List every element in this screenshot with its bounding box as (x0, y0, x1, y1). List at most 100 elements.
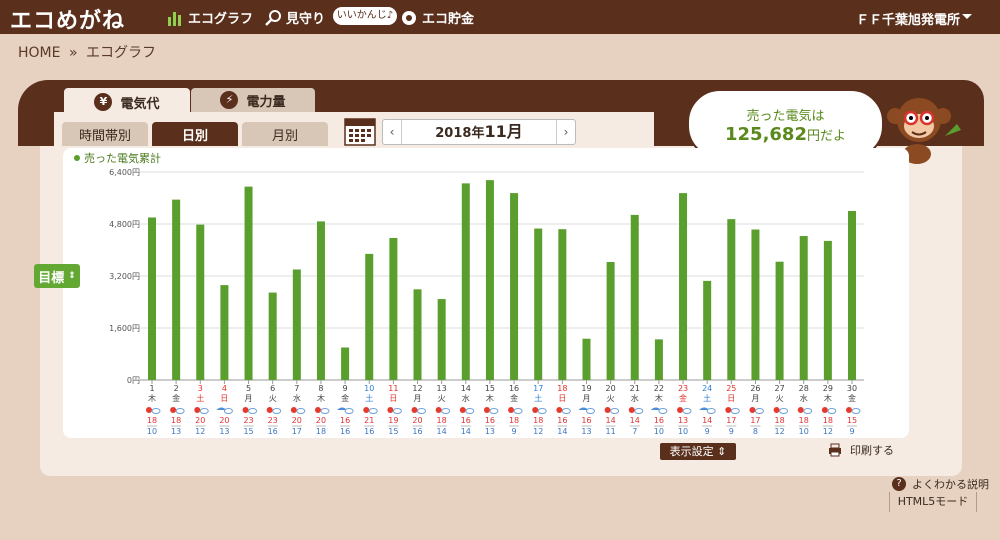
print-label: 印刷する (850, 444, 894, 457)
daily-sales-bar-chart: 売った電気累計 0円1,600円3,200円4,800円6,400円1木1810… (74, 151, 864, 436)
x-weekday-label: 木 (824, 393, 832, 403)
tab-daily[interactable]: 日別 (152, 122, 238, 146)
tab-monthly[interactable]: 月別 (242, 122, 328, 146)
cloud-icon (513, 408, 523, 414)
bar[interactable] (510, 193, 519, 380)
bar[interactable] (365, 253, 374, 380)
bar[interactable] (679, 193, 688, 380)
temp-high-label: 18 (437, 416, 447, 425)
x-day-label: 2 (174, 384, 179, 393)
nav-ecograph[interactable]: エコグラフ (166, 8, 253, 27)
temp-low-label: 12 (774, 427, 784, 436)
goal-toggle-button[interactable]: 目標 ⇕ (34, 264, 80, 288)
bar[interactable] (823, 240, 832, 380)
bar[interactable] (558, 229, 567, 380)
bar[interactable] (172, 199, 181, 380)
tab-power-amount[interactable]: ⚡ 電力量 (191, 88, 315, 112)
temp-high-label: 17 (750, 416, 760, 425)
breadcrumb-separator: » (68, 45, 78, 61)
legend-label: 売った電気累計 (84, 151, 161, 165)
bar[interactable] (341, 347, 350, 381)
cloud-icon (827, 408, 837, 414)
chevron-down-icon[interactable] (962, 14, 972, 19)
question-icon: ? (892, 477, 906, 491)
sun-icon (725, 407, 732, 413)
app-logo[interactable]: エコめがね (10, 3, 125, 35)
bar[interactable] (703, 280, 712, 380)
bar[interactable] (654, 339, 663, 380)
temp-low-label: 13 (485, 427, 495, 436)
bar[interactable] (461, 183, 470, 380)
temp-high-label: 18 (799, 416, 809, 425)
bar[interactable] (534, 228, 543, 380)
temp-low-label: 9 (849, 427, 854, 436)
bar[interactable] (751, 229, 760, 380)
x-day-label: 23 (678, 384, 688, 393)
temp-high-label: 20 (195, 416, 205, 425)
cloud-icon (272, 408, 282, 414)
temp-high-label: 19 (388, 416, 398, 425)
bar[interactable] (630, 214, 639, 380)
bar[interactable] (244, 186, 253, 380)
x-day-label: 26 (750, 384, 760, 393)
temp-low-label: 9 (705, 427, 710, 436)
temp-low-label: 8 (753, 427, 758, 436)
prev-month-button[interactable]: ‹ (383, 120, 402, 144)
calendar-icon[interactable] (344, 118, 376, 146)
temp-low-label: 16 (340, 427, 350, 436)
bar[interactable] (196, 224, 205, 380)
bar[interactable] (799, 236, 808, 380)
x-weekday-label: 水 (800, 393, 808, 403)
x-day-label: 6 (270, 384, 275, 393)
sun-icon (483, 407, 490, 413)
next-month-button[interactable]: › (556, 120, 575, 144)
sun-icon (314, 407, 321, 413)
temp-low-label: 12 (195, 427, 205, 436)
x-day-label: 24 (702, 384, 712, 393)
bar[interactable] (606, 262, 615, 380)
bar[interactable] (389, 237, 398, 380)
y-tick-label: 6,400円 (109, 168, 140, 177)
bar[interactable] (485, 180, 494, 380)
sun-icon (749, 407, 756, 413)
bar[interactable] (727, 219, 736, 380)
temp-low-label: 12 (823, 427, 833, 436)
sun-icon (821, 407, 828, 413)
tab-hourly[interactable]: 時間帯別 (62, 122, 148, 146)
bar[interactable] (775, 261, 784, 380)
x-weekday-label: 土 (196, 393, 204, 403)
sun-icon (532, 407, 539, 413)
cloud-icon (561, 408, 571, 414)
sun-icon (363, 407, 370, 413)
nav-ecograph-label: エコグラフ (188, 12, 254, 27)
breadcrumb-home[interactable]: HOME (18, 45, 60, 61)
bar[interactable] (316, 221, 325, 380)
bar[interactable] (413, 289, 422, 380)
x-day-label: 12 (412, 384, 422, 393)
bar[interactable] (582, 338, 591, 380)
bar[interactable] (268, 292, 277, 380)
x-weekday-label: 金 (848, 393, 856, 403)
bar[interactable] (848, 211, 856, 380)
temp-high-label: 16 (461, 416, 471, 425)
x-day-label: 8 (318, 384, 323, 393)
current-month: 2018年11月 (403, 120, 555, 144)
temp-high-label: 13 (678, 416, 688, 425)
plant-selector[interactable]: ＦＦ千葉旭発電所 (856, 9, 960, 28)
sun-icon (797, 407, 804, 413)
bar[interactable] (292, 269, 301, 381)
bar[interactable] (148, 217, 156, 381)
bar[interactable] (437, 299, 446, 380)
temp-high-label: 14 (702, 416, 712, 425)
bar[interactable] (220, 285, 229, 380)
x-day-label: 1 (149, 384, 154, 393)
sun-icon (508, 407, 515, 413)
nav-eco-savings[interactable]: エコ貯金 (400, 8, 474, 27)
nav-mimamori[interactable]: 見守り (264, 8, 325, 27)
sun-icon (194, 407, 201, 413)
print-button[interactable]: 印刷する (828, 442, 894, 458)
display-settings-button[interactable]: 表示設定 ⇕ (660, 443, 736, 460)
html5-mode-button[interactable]: HTML5モード (889, 492, 977, 512)
cloud-icon (465, 408, 475, 414)
help-link[interactable]: ? よくわかる説明 (892, 476, 989, 492)
